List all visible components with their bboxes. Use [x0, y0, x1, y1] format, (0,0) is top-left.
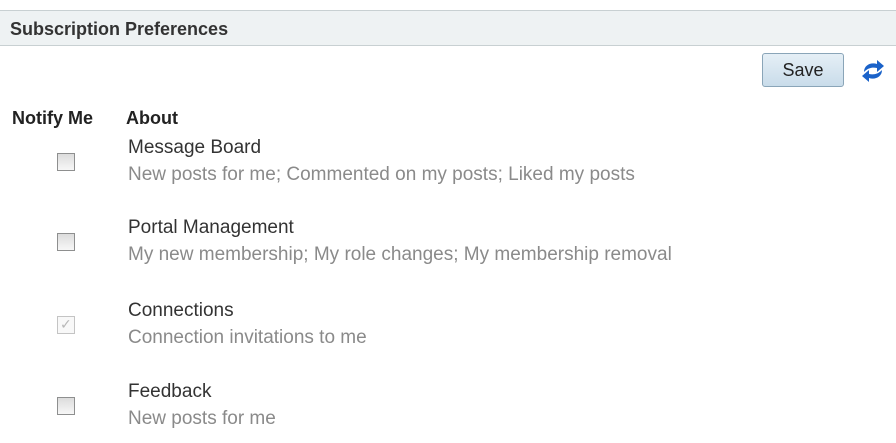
preference-row-connections: ✓ Connections Connection invitations to … — [0, 300, 896, 362]
preference-row-feedback: Feedback New posts for me — [0, 381, 896, 443]
checkmark-icon: ✓ — [60, 317, 72, 333]
notify-checkbox-feedback[interactable] — [57, 397, 75, 415]
preference-title: Connections — [128, 300, 234, 321]
notify-checkbox-message-board[interactable] — [57, 153, 75, 171]
column-header-notify: Notify Me — [12, 108, 93, 128]
preference-title: Feedback — [128, 381, 212, 402]
section-title: Subscription Preferences — [10, 19, 229, 39]
preference-description: New posts for me; Commented on my posts;… — [128, 164, 635, 185]
save-button[interactable]: Save — [762, 53, 844, 87]
section-header: Subscription Preferences — [0, 10, 896, 46]
notify-checkbox-portal-management[interactable] — [57, 233, 75, 251]
preference-title: Message Board — [128, 137, 262, 158]
notify-checkbox-connections: ✓ — [57, 316, 75, 334]
preference-description: Connection invitations to me — [128, 327, 367, 348]
preference-row-portal-management: Portal Management My new membership; My … — [0, 217, 896, 279]
refresh-icon[interactable] — [858, 56, 888, 86]
preference-description: New posts for me — [128, 408, 276, 429]
column-header-about: About — [126, 108, 178, 128]
preference-row-message-board: Message Board New posts for me; Commente… — [0, 137, 896, 199]
preference-title: Portal Management — [128, 217, 294, 238]
preference-description: My new membership; My role changes; My m… — [128, 244, 672, 265]
